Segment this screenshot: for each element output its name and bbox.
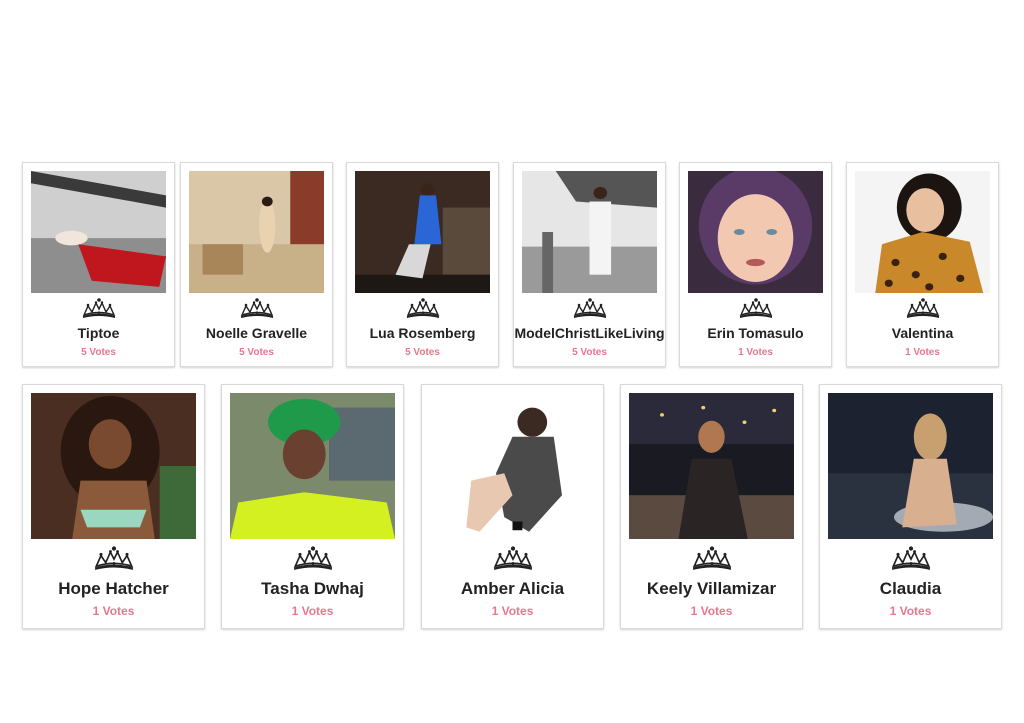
contestant-card[interactable]: Tiptoe 5 Votes (22, 162, 175, 367)
contestant-card[interactable]: Keely Villamizar 1 Votes (620, 384, 803, 629)
contestant-name[interactable]: Hope Hatcher (23, 579, 204, 599)
tiara-icon (90, 545, 138, 571)
contestant-card[interactable]: Hope Hatcher 1 Votes (22, 384, 205, 629)
tiara-icon (79, 297, 119, 319)
contestant-card[interactable]: Valentina 1 Votes (846, 162, 999, 367)
vote-count: 1 Votes (491, 604, 534, 618)
tiara-icon (887, 545, 935, 571)
contestant-photo[interactable] (855, 171, 990, 293)
tiara-icon (903, 297, 943, 319)
contestant-photo[interactable] (230, 393, 395, 539)
contestant-card[interactable]: ModelChristLikeLiving 5 Votes (513, 162, 666, 367)
vote-count: 1 Votes (738, 347, 773, 358)
contestant-card[interactable]: Claudia 1 Votes (819, 384, 1002, 629)
contestant-name[interactable]: Lua Rosemberg (347, 325, 498, 341)
vote-count: 5 Votes (405, 347, 440, 358)
contestant-name[interactable]: Valentina (847, 325, 998, 341)
vote-count: 5 Votes (81, 347, 116, 358)
tiara-icon (688, 545, 736, 571)
contestant-photo[interactable] (629, 393, 794, 539)
tiara-icon (237, 297, 277, 319)
contestant-photo[interactable] (31, 171, 166, 293)
tiara-icon (736, 297, 776, 319)
contestant-name[interactable]: Claudia (820, 579, 1001, 599)
contestant-photo[interactable] (31, 393, 196, 539)
contestant-photo[interactable] (522, 171, 657, 293)
vote-count: 1 Votes (291, 604, 334, 618)
contestant-photo[interactable] (355, 171, 490, 293)
contestant-card[interactable]: Erin Tomasulo 1 Votes (679, 162, 832, 367)
tiara-icon (289, 545, 337, 571)
contestant-name[interactable]: Tiptoe (23, 325, 174, 341)
vote-count: 1 Votes (889, 604, 932, 618)
contestant-card[interactable]: Tasha Dwhaj 1 Votes (221, 384, 404, 629)
contestant-name[interactable]: Noelle Gravelle (181, 325, 332, 341)
contestant-name[interactable]: Tasha Dwhaj (222, 579, 403, 599)
vote-count: 1 Votes (905, 347, 940, 358)
contestant-name[interactable]: Erin Tomasulo (680, 325, 831, 341)
vote-count: 5 Votes (572, 347, 607, 358)
tiara-icon (570, 297, 610, 319)
contestant-card[interactable]: Amber Alicia 1 Votes (421, 384, 604, 629)
contestant-name[interactable]: Amber Alicia (422, 579, 603, 599)
contestant-card[interactable]: Lua Rosemberg 5 Votes (346, 162, 499, 367)
vote-count: 1 Votes (92, 604, 135, 618)
tiara-icon (489, 545, 537, 571)
vote-count: 5 Votes (239, 347, 274, 358)
contestant-photo[interactable] (189, 171, 324, 293)
contestant-photo[interactable] (430, 393, 595, 539)
contestant-card[interactable]: Noelle Gravelle 5 Votes (180, 162, 333, 367)
contestant-photo[interactable] (688, 171, 823, 293)
tiara-icon (403, 297, 443, 319)
contestant-name[interactable]: ModelChristLikeLiving (514, 325, 665, 341)
contestant-name[interactable]: Keely Villamizar (621, 579, 802, 599)
contestant-photo[interactable] (828, 393, 993, 539)
vote-count: 1 Votes (690, 604, 733, 618)
